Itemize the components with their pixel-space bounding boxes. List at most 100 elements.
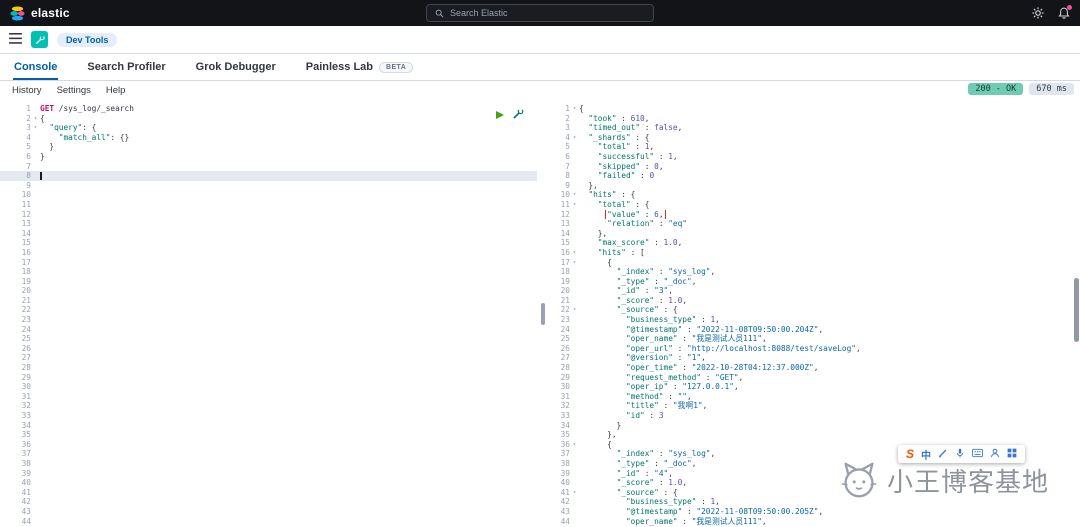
fold-toggle-icon[interactable]: ▾ <box>570 133 579 143</box>
line-number: 4▾ <box>549 133 579 143</box>
grid-icon[interactable] <box>1007 445 1017 463</box>
line-number: 8 <box>0 171 40 181</box>
line-number: 40 <box>0 478 40 488</box>
line-number: 9 <box>549 181 579 191</box>
response-line: 9 }, <box>549 181 1080 191</box>
request-line: 34 <box>0 421 537 431</box>
response-line: 13 "relation" : "eq" <box>549 219 1080 229</box>
fold-toggle-icon[interactable]: ▾ <box>570 104 579 114</box>
resize-handle[interactable] <box>541 303 545 325</box>
pane-divider <box>537 99 549 527</box>
response-line: 29 "request_method" : "GET", <box>549 373 1080 383</box>
menu-hamburger-icon[interactable] <box>9 31 22 49</box>
request-editor[interactable]: 1GET /sys_log/_search2▾{3▾ "query": {4 "… <box>0 99 537 527</box>
elastic-brand[interactable]: elastic <box>10 6 70 21</box>
request-line: 20 <box>0 286 537 296</box>
response-line: 5 "total" : 1, <box>549 142 1080 152</box>
fold-toggle-icon[interactable]: ▾ <box>570 200 579 210</box>
line-number: 17▾ <box>549 258 579 268</box>
request-line: 18 <box>0 267 537 277</box>
chinese-mode-toggle[interactable]: 中 <box>921 447 931 462</box>
response-scrollbar-thumb[interactable] <box>1074 278 1079 342</box>
request-line: 43 <box>0 507 537 517</box>
response-line: 15 "max_score" : 1.0, <box>549 238 1080 248</box>
keyboard-icon[interactable] <box>972 445 983 463</box>
request-line: 24 <box>0 325 537 335</box>
sogou-logo-icon[interactable]: S <box>906 447 914 461</box>
request-line: 15 <box>0 238 537 248</box>
history-menu-item[interactable]: History <box>12 85 42 96</box>
breadcrumb[interactable]: Dev Tools <box>57 33 117 47</box>
line-number: 6 <box>0 152 40 162</box>
send-request-play-button[interactable] <box>496 111 504 119</box>
line-number: 2 <box>549 114 579 124</box>
person-icon[interactable] <box>990 445 1000 463</box>
line-number: 36 <box>0 440 40 450</box>
fold-toggle-icon[interactable]: ▾ <box>570 248 579 258</box>
pen-icon[interactable] <box>938 445 948 463</box>
alerts-bell-icon[interactable] <box>1058 7 1070 19</box>
request-line: 37 <box>0 449 537 459</box>
response-line: 30 "oper_ip" : "127.0.0.1", <box>549 382 1080 392</box>
fold-toggle-icon[interactable]: ▾ <box>570 190 579 200</box>
line-number: 28 <box>0 363 40 373</box>
settings-menu-item[interactable]: Settings <box>57 85 91 96</box>
app-window: elastic Search Elastic <box>0 0 1080 527</box>
tab-console[interactable]: Console <box>13 61 58 80</box>
tab-painless-lab[interactable]: Painless Lab BETA <box>305 61 414 80</box>
line-number: 23 <box>549 315 579 325</box>
fold-toggle-icon[interactable]: ▾ <box>570 305 579 315</box>
help-menu-item[interactable]: Help <box>106 85 126 96</box>
request-line: 30 <box>0 382 537 392</box>
tab-search-profiler[interactable]: Search Profiler <box>86 61 166 80</box>
request-line: 9 <box>0 181 537 191</box>
fold-toggle-icon[interactable]: ▾ <box>570 440 579 450</box>
line-number: 8 <box>549 171 579 181</box>
fold-toggle-icon[interactable]: ▾ <box>31 114 40 124</box>
mic-icon[interactable] <box>955 445 965 463</box>
request-line: 42 <box>0 497 537 507</box>
request-line: 19 <box>0 277 537 287</box>
response-line: 8 "failed" : 0 <box>549 171 1080 181</box>
response-line: 12 "value" : 6, <box>549 210 1080 220</box>
tab-search-profiler-label: Search Profiler <box>87 61 165 73</box>
fold-toggle-icon[interactable]: ▾ <box>570 258 579 268</box>
response-line: 26 "oper_url" : "http://localhost:8088/t… <box>549 344 1080 354</box>
global-search-input[interactable]: Search Elastic <box>426 4 654 22</box>
response-line: 43 "@timestamp" : "2022-11-08T09:50:00.2… <box>549 507 1080 517</box>
request-line: 36 <box>0 440 537 450</box>
tab-grok-debugger[interactable]: Grok Debugger <box>195 61 277 80</box>
tab-grok-debugger-label: Grok Debugger <box>196 61 276 73</box>
response-line: 21 "_score" : 1.0, <box>549 296 1080 306</box>
line-number: 26 <box>549 344 579 354</box>
line-number: 10▾ <box>549 190 579 200</box>
line-number: 18 <box>0 267 40 277</box>
line-number: 31 <box>0 392 40 402</box>
line-number: 7 <box>0 162 40 172</box>
line-number: 24 <box>549 325 579 335</box>
response-line: 14 }, <box>549 229 1080 239</box>
line-number: 29 <box>0 373 40 383</box>
request-line: 4 "match_all": {} <box>0 133 537 143</box>
response-line: 7 "skipped" : 0, <box>549 162 1080 172</box>
line-number: 9 <box>0 181 40 191</box>
request-line: 16 <box>0 248 537 258</box>
line-number: 40 <box>549 478 579 488</box>
devtools-app-icon[interactable] <box>31 31 48 48</box>
beta-badge: BETA <box>379 62 413 73</box>
line-number: 27 <box>0 353 40 363</box>
line-number: 35 <box>549 430 579 440</box>
request-options-wrench-icon[interactable] <box>513 106 524 124</box>
line-number: 41▾ <box>549 488 579 498</box>
request-line: 35 <box>0 430 537 440</box>
notification-dot <box>1067 5 1072 10</box>
line-number: 34 <box>0 421 40 431</box>
request-line: 11 <box>0 200 537 210</box>
fold-toggle-icon[interactable]: ▾ <box>31 123 40 133</box>
response-line: 16▾ "hits" : [ <box>549 248 1080 258</box>
line-number: 11 <box>0 200 40 210</box>
ime-toolbar[interactable]: S 中 <box>898 445 1025 463</box>
settings-gear-icon[interactable] <box>1032 7 1044 19</box>
line-number: 21 <box>0 296 40 306</box>
fold-toggle-icon[interactable]: ▾ <box>570 488 579 498</box>
